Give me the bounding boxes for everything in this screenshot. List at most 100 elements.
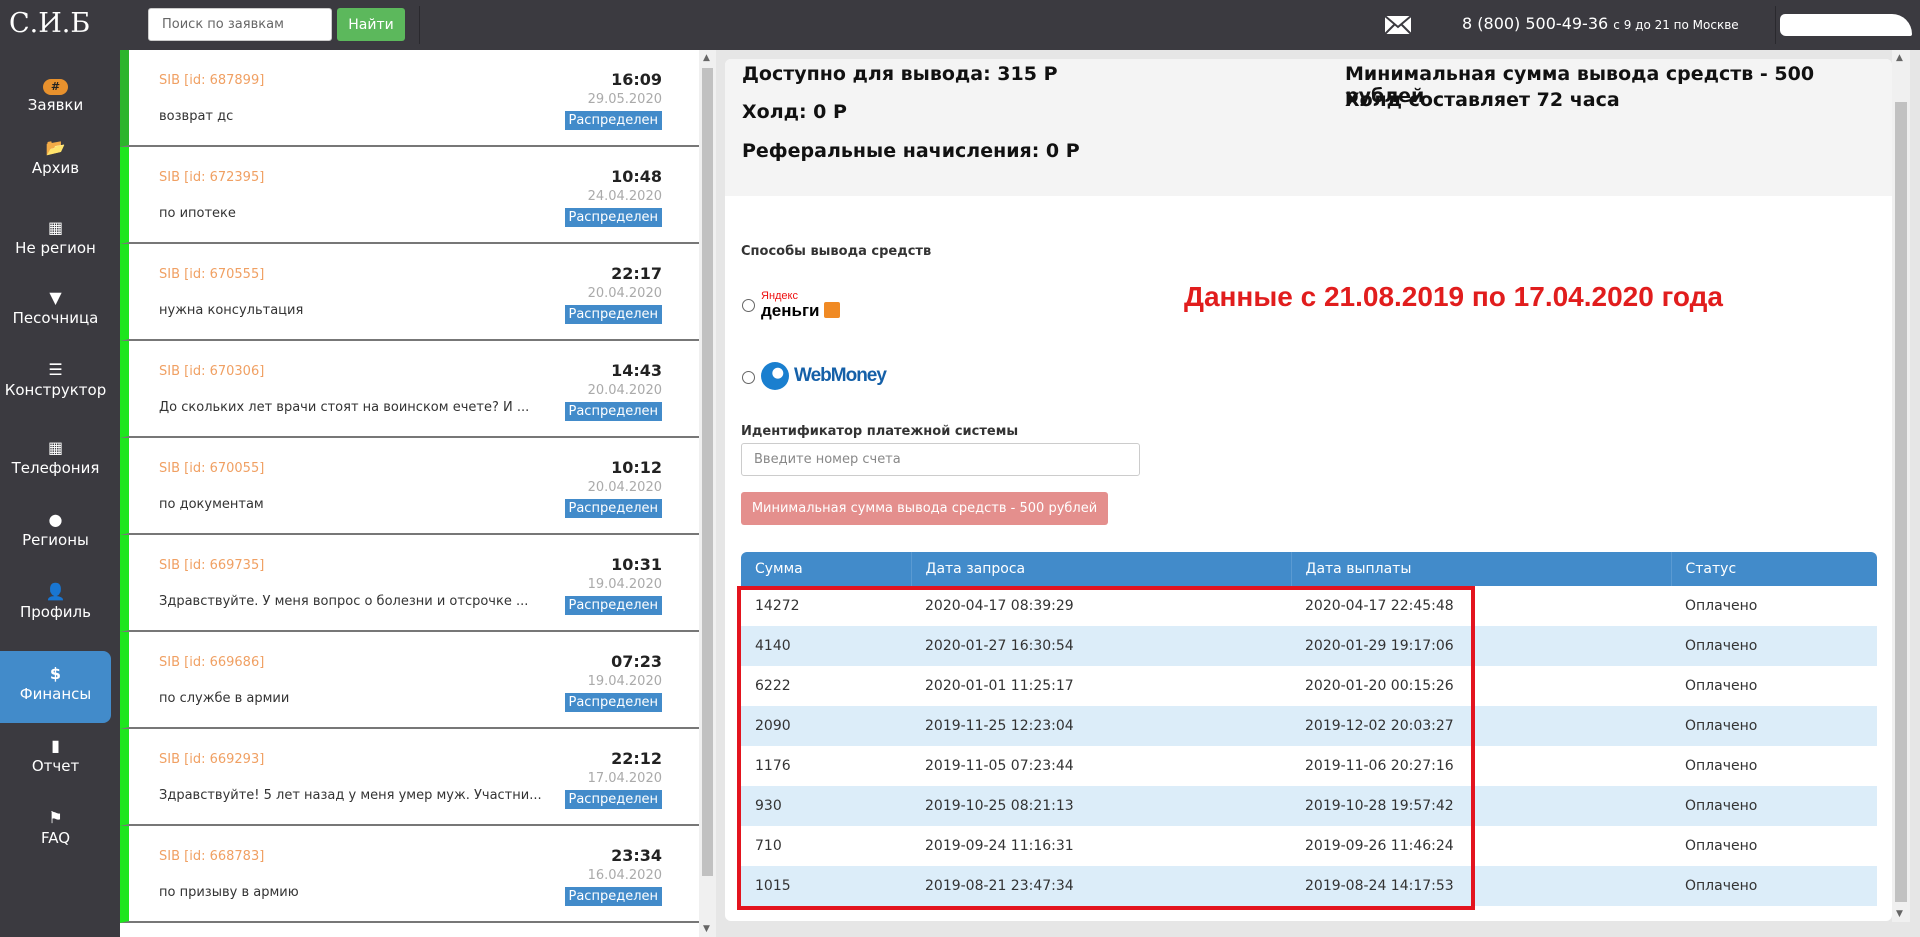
sidebar-item-10[interactable]: ⚑ FAQ xyxy=(0,795,111,867)
sidebar-item-8[interactable]: $ Финансы xyxy=(0,651,111,723)
nav-icon: ● xyxy=(48,510,63,529)
table-cell: 2020-01-27 16:30:54 xyxy=(911,626,1291,666)
sidebar-item-4[interactable]: ☰ Конструктор xyxy=(0,347,111,419)
globe-icon xyxy=(761,362,789,390)
table-cell: Оплачено xyxy=(1671,706,1877,746)
withdraw-button[interactable]: Минимальная сумма вывода средств - 500 р… xyxy=(741,492,1108,525)
table-cell: Оплачено xyxy=(1671,786,1877,826)
request-item[interactable]: SIB [id: 668783] по призыву в армию 23:34 1… xyxy=(120,826,699,923)
table-cell: 2020-01-20 00:15:26 xyxy=(1305,678,1454,694)
table-cell: 4140 xyxy=(741,626,911,666)
sidebar-item-1[interactable]: 📂 Архив xyxy=(0,125,111,197)
request-item[interactable]: SIB [id: 669735] Здравствуйте. У меня воп… xyxy=(120,535,699,632)
nav-icon: ▦ xyxy=(47,218,64,237)
column-header[interactable]: Дата выплаты xyxy=(1290,552,1671,586)
list-scrollbar[interactable]: ▲ ▼ xyxy=(699,50,716,937)
request-id[interactable]: SIB [id: 670055] xyxy=(159,461,264,476)
sidebar-item-3[interactable]: ▼ Песочница xyxy=(0,275,111,347)
referral-balance: Реферальные начисления: 0 Р xyxy=(742,140,1080,162)
request-date: 29.05.2020 xyxy=(587,92,662,107)
payouts-table: Сумма Дата запроса Дата выплаты Статус 1427… xyxy=(741,552,1877,906)
search-input[interactable] xyxy=(148,8,332,41)
nav-icon: 👤 xyxy=(45,582,66,601)
sidebar-item-7[interactable]: 👤 Профиль xyxy=(0,569,111,641)
mail-icon[interactable] xyxy=(1384,15,1412,35)
nav-icon: ▦ xyxy=(47,438,64,457)
yandex-money-logo[interactable]: Яндекс деньги xyxy=(761,291,841,320)
table-row: 930 2019-10-25 08:21:13 2019-10-28 19:57:4… xyxy=(741,786,1877,826)
request-item[interactable]: SIB [id: 670306] До скольких лет врачи ст… xyxy=(120,341,699,438)
nav-label: Заявки xyxy=(27,96,84,114)
sidebar-item-9[interactable]: ▮ Отчет xyxy=(0,723,111,795)
request-id[interactable]: SIB [id: 669686] xyxy=(159,655,264,670)
status-badge: Распределен xyxy=(564,790,662,809)
table-cell: 2020-01-01 11:25:17 xyxy=(925,678,1074,694)
request-text: Здравствуйте! 5 лет назад у меня умер му… xyxy=(159,788,542,803)
request-item[interactable]: SIB [id: 670055] по документам 10:12 20.04.… xyxy=(120,438,699,535)
panel-scrollbar[interactable]: ▲ ▼ xyxy=(1892,50,1910,922)
table-cell: 2019-11-25 12:23:04 xyxy=(911,706,1291,746)
nav-label: Не регион xyxy=(15,239,96,257)
logo-text: WebMoney xyxy=(794,365,887,386)
sidebar-item-6[interactable]: ● Регионы xyxy=(0,497,111,569)
request-id[interactable]: SIB [id: 672395] xyxy=(159,170,264,185)
request-date: 17.04.2020 xyxy=(587,771,662,786)
column-header[interactable]: Статус xyxy=(1670,552,1877,586)
table-header: Сумма Дата запроса Дата выплаты Статус xyxy=(741,552,1877,586)
table-row: 710 2019-09-24 11:16:31 2019-09-26 11:46:2… xyxy=(741,826,1877,866)
logo[interactable]: С.И.Б xyxy=(9,8,90,39)
request-time: 23:34 xyxy=(611,846,662,865)
nav-icon: $ xyxy=(49,664,62,683)
webmoney-logo[interactable]: WebMoney xyxy=(761,362,887,390)
divider xyxy=(419,6,420,44)
table-cell: 1176 xyxy=(755,758,791,774)
sidebar-item-0[interactable]: # Заявки xyxy=(0,62,111,134)
request-id[interactable]: SIB [id: 687899] xyxy=(159,73,264,88)
nav-icon: # xyxy=(0,74,111,96)
request-item[interactable]: SIB [id: 669293] Здравствуйте! 5 лет наза… xyxy=(120,729,699,826)
request-id[interactable]: SIB [id: 668783] xyxy=(159,849,264,864)
request-text: нужна консультация xyxy=(159,303,304,318)
request-text: возврат дс xyxy=(159,109,234,124)
request-item[interactable]: SIB [id: 670555] нужна консультация 22:17 2… xyxy=(120,244,699,341)
column-header[interactable]: Дата запроса xyxy=(910,552,1291,586)
account-number-input[interactable] xyxy=(741,443,1140,476)
table-cell: Оплачено xyxy=(1671,626,1877,666)
request-list: SIB [id: 687899] возврат дс 16:09 29.05.202… xyxy=(120,50,699,937)
hold-balance: Холд: 0 Р xyxy=(742,101,847,123)
nav-label: Песочница xyxy=(12,309,99,327)
table-row: 1015 2019-08-21 23:47:34 2019-08-24 14:17:… xyxy=(741,866,1877,906)
column-header[interactable]: Сумма xyxy=(741,552,911,586)
status-badge: Распределен xyxy=(564,887,662,906)
request-time: 16:09 xyxy=(611,70,662,89)
sidebar-item-2[interactable]: ▦ Не регион xyxy=(0,205,111,277)
request-text: по документам xyxy=(159,497,264,512)
status-badge: Распределен xyxy=(564,402,662,421)
request-id[interactable]: SIB [id: 670306] xyxy=(159,364,264,379)
request-time: 07:23 xyxy=(611,652,662,671)
table-cell: Оплачено xyxy=(1671,866,1877,906)
table-cell: 6222 xyxy=(755,678,791,694)
table-cell: Оплачено xyxy=(1685,838,1758,854)
support-phone: 8 (800) 500-49-36 с 9 до 21 по Москве xyxy=(1462,14,1739,33)
table-cell: 1015 xyxy=(741,866,911,906)
request-item[interactable]: SIB [id: 669686] по службе в армии 07:23 19… xyxy=(120,632,699,729)
request-time: 10:48 xyxy=(611,167,662,186)
request-id[interactable]: SIB [id: 670555] xyxy=(159,267,264,282)
balance-summary: Доступно для вывода: 315 Р Холд: 0 Р Реф… xyxy=(725,59,1892,196)
nav-label: Телефония xyxy=(11,459,100,477)
status-badge: Распределен xyxy=(564,499,662,518)
request-text: по призыву в армию xyxy=(159,885,299,900)
request-id[interactable]: SIB [id: 669735] xyxy=(159,558,264,573)
radio-yandex[interactable] xyxy=(742,299,755,312)
search-button[interactable]: Найти xyxy=(337,8,405,41)
table-row: 14272 2020-04-17 08:39:29 2020-04-17 22:45… xyxy=(741,586,1877,626)
divider xyxy=(1775,6,1776,44)
radio-webmoney[interactable] xyxy=(742,371,755,384)
request-id[interactable]: SIB [id: 669293] xyxy=(159,752,264,767)
sidebar-item-5[interactable]: ▦ Телефония xyxy=(0,425,111,497)
nav-label: Регионы xyxy=(22,531,89,549)
request-item[interactable]: SIB [id: 672395] по ипотеке 10:48 24.04.202… xyxy=(120,147,699,244)
user-menu-redacted[interactable] xyxy=(1780,14,1912,36)
request-item[interactable]: SIB [id: 687899] возврат дс 16:09 29.05.202… xyxy=(120,50,699,147)
